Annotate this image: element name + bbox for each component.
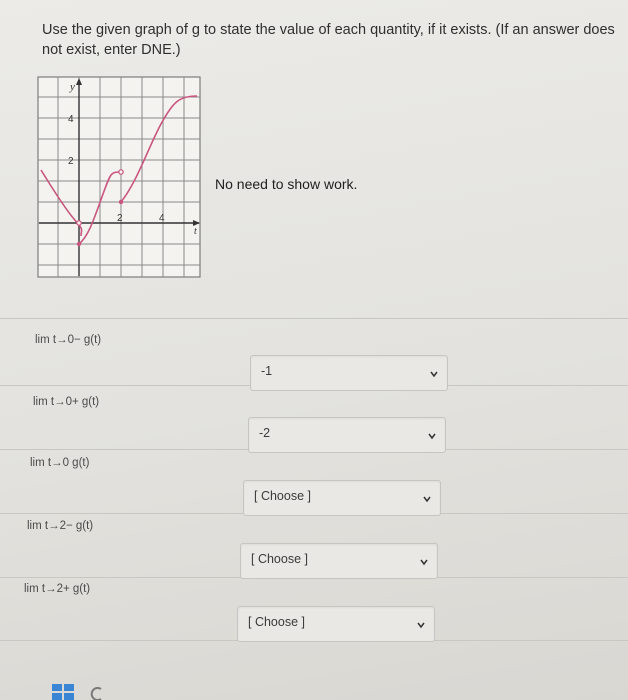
app-icon[interactable] xyxy=(90,686,104,700)
x-tick-4: 4 xyxy=(159,213,165,224)
chevron-down-icon xyxy=(423,496,431,503)
answer-select-0-minus[interactable]: -1 xyxy=(250,355,448,391)
y-tick-4: 4 xyxy=(68,114,74,125)
chevron-down-icon xyxy=(430,371,438,378)
question-instructions: Use the given graph of g to state the va… xyxy=(42,22,615,58)
limit-label-2-plus: lim t→2+ g(t) xyxy=(24,583,91,595)
limit-label-2-minus: lim t→2− g(t) xyxy=(27,520,94,532)
x-axis-label: t xyxy=(194,226,197,237)
chevron-down-icon xyxy=(417,622,425,629)
answer-select-0[interactable]: [ Choose ] xyxy=(243,480,441,516)
no-work-note: No need to show work. xyxy=(215,176,358,192)
x-tick-2: 2 xyxy=(117,213,123,224)
divider xyxy=(0,318,628,319)
chevron-down-icon xyxy=(420,559,428,566)
selected-value: -1 xyxy=(261,364,273,378)
answer-select-0-plus[interactable]: -2 xyxy=(248,417,446,453)
selected-value: [ Choose ] xyxy=(251,552,308,566)
selected-value: [ Choose ] xyxy=(248,615,305,629)
answer-select-2-minus[interactable]: [ Choose ] xyxy=(240,543,438,579)
y-axis-label: y xyxy=(69,81,75,93)
limit-label-0-minus: lim t→0− g(t) xyxy=(35,334,102,346)
windows-icon[interactable] xyxy=(52,684,74,700)
chevron-down-icon xyxy=(428,433,436,440)
answer-select-2-plus[interactable]: [ Choose ] xyxy=(237,606,435,642)
limit-label-0-plus: lim t→0+ g(t) xyxy=(33,396,100,408)
quiz-page: Use the given graph of g to state the va… xyxy=(0,0,628,700)
y-tick-2: 2 xyxy=(68,156,74,167)
selected-value: -2 xyxy=(259,426,271,440)
graph-of-g: y 4 2 2 4 t xyxy=(37,76,201,278)
limit-label-0: lim t→0 g(t) xyxy=(30,457,90,469)
selected-value: [ Choose ] xyxy=(254,489,311,503)
